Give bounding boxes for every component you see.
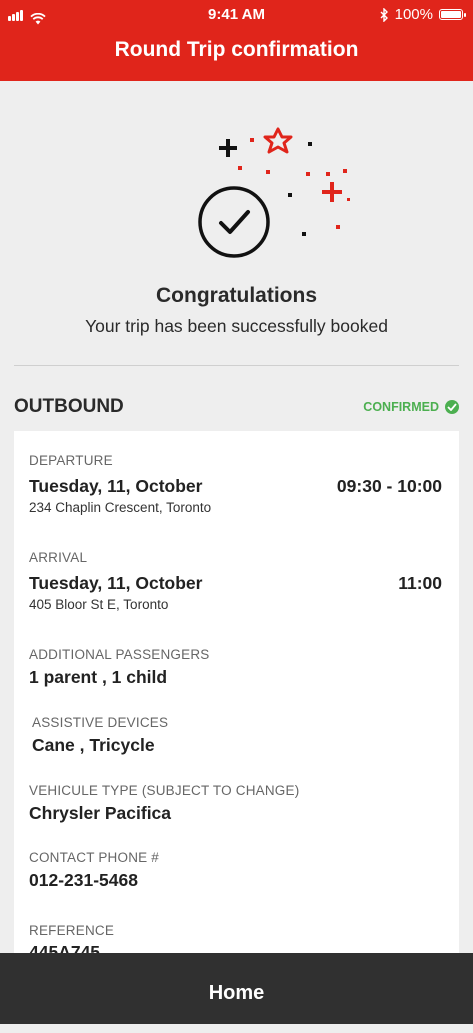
outbound-section-title: OUTBOUND xyxy=(14,396,124,417)
status-bar: 9:41 AM 100% xyxy=(0,6,473,25)
vehicle-type-value: Chrysler Pacifica xyxy=(29,803,172,823)
departure-label: DEPARTURE xyxy=(29,453,113,468)
reference-label: REFERENCE xyxy=(29,923,115,938)
confirmed-status-badge: CONFIRMED xyxy=(363,400,459,414)
status-label: CONFIRMED xyxy=(363,400,439,414)
passengers-value: 1 parent , 1 child xyxy=(29,667,168,687)
booking-success-message: Your trip has been successfully booked xyxy=(85,316,388,336)
congratulations-heading: Congratulations xyxy=(156,284,317,307)
page-title: Round Trip confirmation xyxy=(114,38,359,61)
arrival-address: 405 Bloor St E, Toronto xyxy=(29,597,169,612)
contact-phone-value: 012-231-5468 xyxy=(29,870,138,890)
arrival-time: 11:00 xyxy=(398,573,442,593)
battery-icon xyxy=(439,9,466,20)
bluetooth-icon xyxy=(380,7,388,22)
home-button[interactable]: Home xyxy=(0,953,473,1024)
departure-date: Tuesday, 11, October xyxy=(29,476,203,496)
section-divider xyxy=(14,365,459,366)
assistive-devices-value: Cane , Tricycle xyxy=(32,735,155,755)
departure-time: 09:30 - 10:00 xyxy=(336,476,442,496)
arrival-label: ARRIVAL xyxy=(29,550,88,565)
footer-bar: Home xyxy=(0,953,473,1024)
vehicle-type-label: VEHICULE TYPE (SUBJECT TO CHANGE) xyxy=(29,783,300,798)
assistive-devices-label: ASSISTIVE DEVICES xyxy=(32,715,169,730)
battery-percent: 100% xyxy=(394,6,433,23)
departure-address: 234 Chaplin Crescent, Toronto xyxy=(29,500,212,515)
passengers-label: ADDITIONAL PASSENGERS xyxy=(29,647,210,662)
check-circle-icon xyxy=(445,400,459,414)
app-header: 9:41 AM 100% Round Trip confirmation xyxy=(0,0,473,81)
celebration-illustration xyxy=(198,127,350,258)
trip-details-card: DEPARTURE Tuesday, 11, October 09:30 - 1… xyxy=(14,431,459,971)
arrival-date: Tuesday, 11, October xyxy=(29,573,203,593)
contact-phone-label: CONTACT PHONE # xyxy=(29,850,160,865)
